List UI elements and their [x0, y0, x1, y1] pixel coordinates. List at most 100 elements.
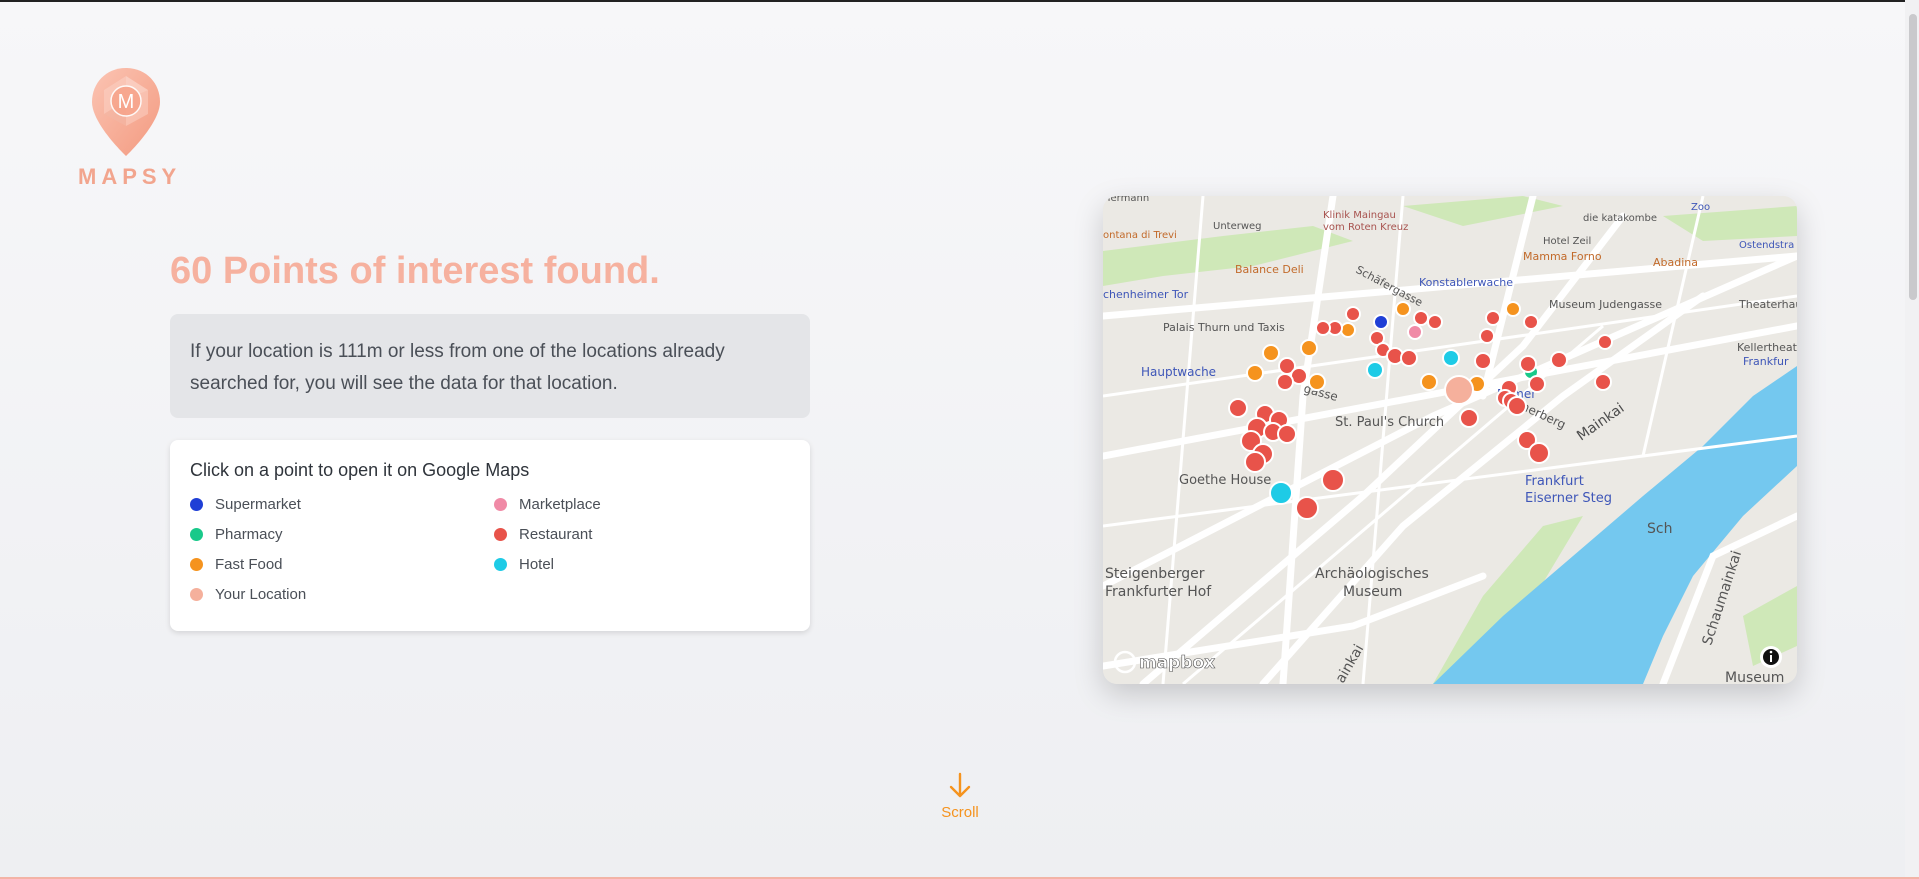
poi-marker-restaurant [1485, 310, 1501, 326]
fast-food-dot-icon [190, 557, 203, 571]
svg-text:Sch: Sch [1647, 521, 1672, 537]
svg-text:die katakombe: die katakombe [1583, 213, 1657, 224]
poi-marker-restaurant [1528, 375, 1546, 393]
svg-text:Eiserner Steg: Eiserner Steg [1525, 491, 1612, 506]
poi-marker-restaurant [1277, 424, 1297, 444]
scrollbar-thumb[interactable] [1909, 14, 1917, 300]
poi-marker-hotel [1442, 349, 1460, 367]
svg-text:Hauptwache: Hauptwache [1141, 365, 1216, 379]
legend-item-fast-food: Fast Food [190, 555, 494, 573]
legend-item-pharmacy: Pharmacy [190, 525, 494, 543]
scroll-hint[interactable]: Scroll [930, 772, 990, 821]
legend-title: Click on a point to open it on Google Ma… [190, 460, 530, 480]
legend-label: Hotel [519, 555, 555, 573]
poi-marker-restaurant [1315, 320, 1331, 336]
info-box: If your location is 111m or less from on… [170, 314, 810, 418]
svg-text:Abadina: Abadina [1653, 256, 1698, 269]
app-name: MAPSY [78, 164, 182, 189]
svg-text:Museum: Museum [1725, 670, 1784, 684]
legend-item-hotel: Hotel [494, 555, 798, 573]
poi-marker-restaurant [1528, 442, 1550, 464]
legend-item-your-location: Your Location [190, 585, 494, 603]
svg-text:St. Paul's Church: St. Paul's Church [1335, 415, 1444, 430]
legend-item-restaurant: Restaurant [494, 525, 798, 543]
svg-text:Museum Judengasse: Museum Judengasse [1549, 298, 1662, 311]
arrow-down-icon [949, 772, 971, 798]
poi-marker-fast-food [1340, 322, 1356, 338]
svg-text:Hotel Zeil: Hotel Zeil [1543, 236, 1591, 247]
svg-text:Unterweg: Unterweg [1213, 221, 1262, 232]
poi-marker-restaurant [1345, 306, 1361, 322]
legend-label: Marketplace [519, 495, 601, 513]
legend-label: Fast Food [215, 555, 283, 573]
legend-label: Your Location [215, 585, 307, 603]
svg-text:Kellertheat: Kellertheat [1737, 341, 1797, 354]
poi-marker-restaurant [1523, 314, 1539, 330]
poi-marker-fast-food [1262, 344, 1280, 362]
top-border [0, 0, 1919, 2]
mapbox-logo: mapbox [1139, 653, 1215, 673]
svg-text:Konstablerwache: Konstablerwache [1419, 276, 1513, 289]
svg-text:Frankfurt: Frankfurt [1525, 474, 1584, 489]
legend-item-marketplace: Marketplace [494, 495, 798, 513]
poi-marker-fast-food [1308, 373, 1326, 391]
svg-text:Hermann: Hermann [1103, 196, 1149, 204]
map-canvas[interactable]: Hermann ontana di Trevi Unterweg Klinik … [1103, 196, 1797, 684]
poi-marker-restaurant [1321, 468, 1345, 492]
legend-label: Pharmacy [215, 525, 283, 543]
svg-text:Klinik Maingau: Klinik Maingau [1323, 210, 1396, 221]
svg-text:Theaterhau: Theaterhau [1738, 298, 1797, 311]
poi-marker-hotel [1366, 361, 1384, 379]
hotel-dot-icon [494, 557, 507, 571]
svg-text:Archäologisches: Archäologisches [1315, 566, 1429, 582]
info-icon[interactable] [1760, 646, 1782, 668]
poi-marker-restaurant [1597, 334, 1613, 350]
your-location-dot-icon [190, 587, 203, 601]
svg-text:Museum: Museum [1343, 584, 1402, 600]
poi-marker-restaurant [1474, 352, 1492, 370]
poi-marker-restaurant [1295, 496, 1319, 520]
poi-marker-hotel [1269, 481, 1293, 505]
svg-text:Steigenberger: Steigenberger [1105, 566, 1205, 582]
legend-item-supermarket: Supermarket [190, 495, 494, 513]
poi-marker-restaurant [1459, 408, 1479, 428]
svg-text:ontana di Trevi: ontana di Trevi [1103, 230, 1177, 241]
poi-marker-restaurant [1507, 396, 1527, 416]
poi-marker-restaurant [1427, 314, 1443, 330]
svg-text:chenheimer Tor: chenheimer Tor [1103, 288, 1189, 301]
poi-marker-fast-food [1300, 339, 1318, 357]
svg-text:Frankfur: Frankfur [1743, 355, 1789, 368]
restaurant-dot-icon [494, 527, 507, 541]
logo[interactable]: M MAPSY [78, 66, 182, 190]
svg-text:Goethe House: Goethe House [1179, 473, 1271, 488]
legend-card: Click on a point to open it on Google Ma… [170, 440, 810, 631]
poi-marker-supermarket [1373, 314, 1389, 330]
poi-marker-marketplace [1407, 324, 1423, 340]
poi-marker-restaurant [1276, 373, 1294, 391]
legend-label: Supermarket [215, 495, 301, 513]
svg-text:Palais Thurn und Taxis: Palais Thurn und Taxis [1163, 321, 1285, 334]
svg-text:Mamma Forno: Mamma Forno [1523, 250, 1602, 263]
map-pin-logo-icon: M [92, 68, 160, 156]
pharmacy-dot-icon [190, 527, 203, 541]
poi-marker-restaurant [1400, 349, 1418, 367]
poi-marker-fast-food [1420, 373, 1438, 391]
info-text: If your location is 111m or less from on… [190, 341, 725, 394]
logo-letter: M [118, 91, 135, 113]
svg-text:Balance Deli: Balance Deli [1235, 263, 1304, 276]
legend-label: Restaurant [519, 525, 593, 543]
svg-text:Zoo: Zoo [1691, 202, 1710, 213]
poi-marker-restaurant [1479, 328, 1495, 344]
poi-marker-fast-food [1246, 364, 1264, 382]
supermarket-dot-icon [190, 497, 203, 511]
poi-marker-your-location [1444, 375, 1474, 405]
svg-text:Ostendstra: Ostendstra [1739, 240, 1794, 251]
poi-marker-restaurant [1413, 310, 1429, 326]
legend-list: Supermarket Marketplace Pharmacy Restaur… [190, 495, 790, 603]
svg-text:vom Roten Kreuz: vom Roten Kreuz [1323, 222, 1408, 233]
poi-marker-restaurant [1519, 355, 1537, 373]
map[interactable]: Hermann ontana di Trevi Unterweg Klinik … [1103, 196, 1797, 684]
poi-marker-restaurant [1228, 398, 1248, 418]
scrollbar[interactable] [1905, 0, 1919, 879]
results-headline: 60 Points of interest found. [170, 250, 660, 292]
